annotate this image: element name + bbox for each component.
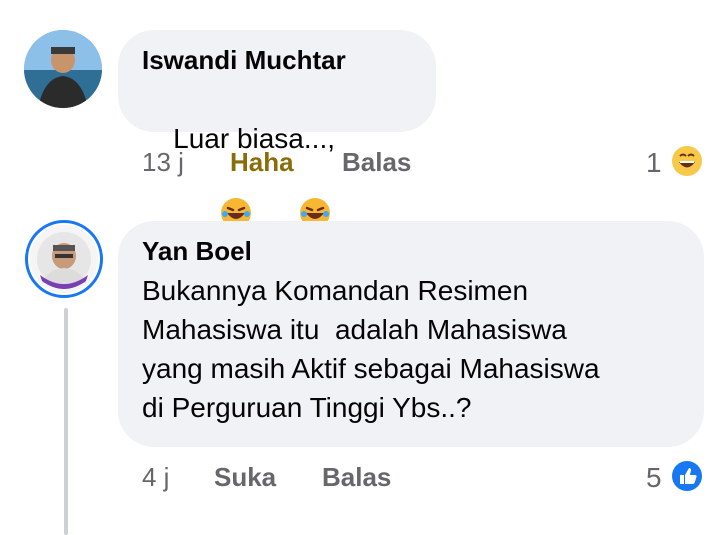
comment-bubble: Iswandi Muchtar Luar biasa...,: [118, 30, 436, 228]
haha-button[interactable]: Haha: [230, 147, 294, 177]
comment-meta: 13 j Haha Balas: [142, 147, 702, 179]
comment-author[interactable]: Iswandi Muchtar: [142, 44, 412, 76]
comment-author[interactable]: Yan Boel: [142, 235, 680, 267]
avatar-iswandi[interactable]: [24, 30, 102, 108]
comment-meta: 4 j Suka Balas: [142, 462, 702, 494]
reply-thread-line: [64, 308, 68, 535]
reply-button[interactable]: Balas: [322, 462, 391, 492]
comment-text: Bukannya Komandan Resimen Mahasiswa itu …: [142, 275, 600, 423]
reaction-count[interactable]: 1: [646, 145, 703, 184]
reaction-count[interactable]: 5: [646, 460, 703, 499]
comment-time[interactable]: 13 j: [142, 147, 184, 177]
like-reaction-icon: [671, 460, 703, 499]
like-button[interactable]: Suka: [214, 462, 276, 492]
reply-button[interactable]: Balas: [342, 147, 411, 177]
comment-time[interactable]: 4 j: [142, 462, 169, 492]
avatar-yan-boel[interactable]: [25, 220, 103, 298]
haha-reaction-icon: [671, 145, 703, 184]
comment-bubble: Yan Boel Bukannya Komandan Resimen Mahas…: [118, 221, 704, 447]
